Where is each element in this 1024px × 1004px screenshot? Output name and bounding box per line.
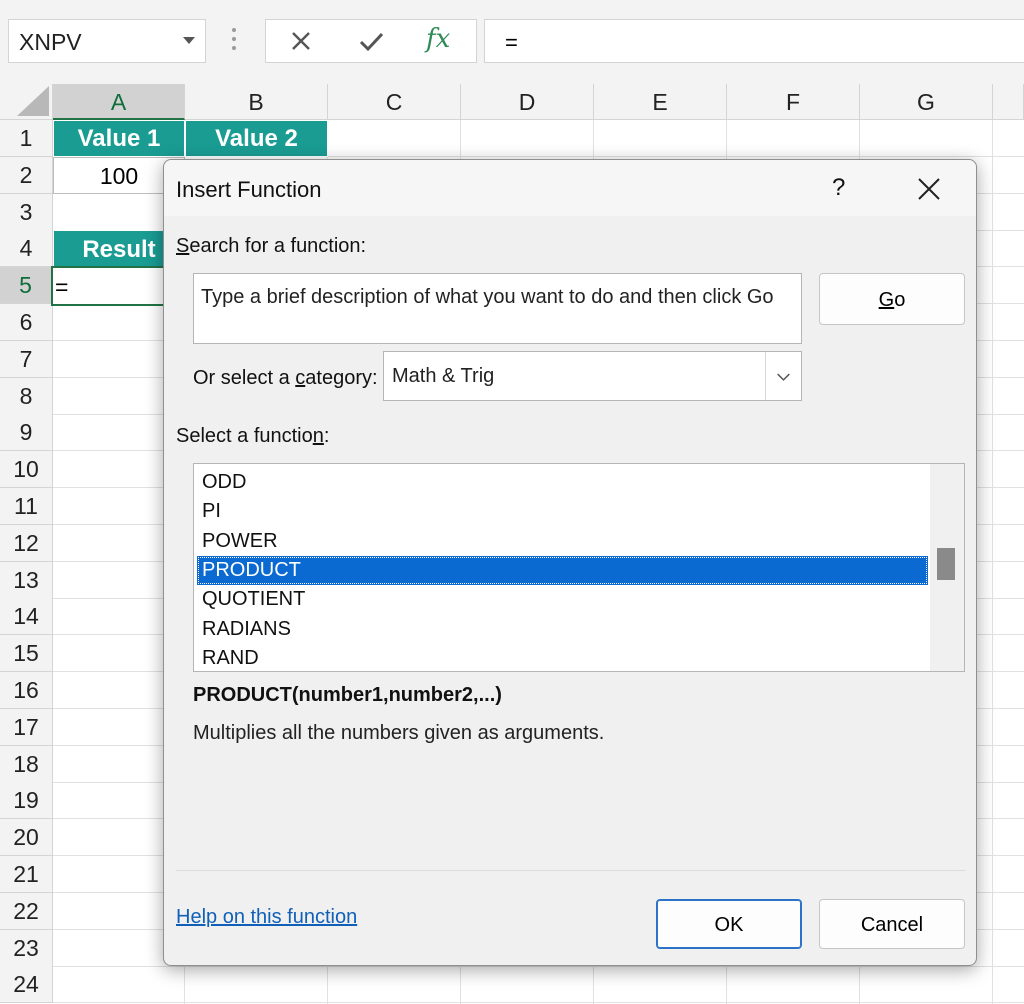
row-header-18[interactable]: 18 <box>0 745 53 783</box>
help-button[interactable]: ? <box>832 174 845 202</box>
row-header-2[interactable]: 2 <box>0 156 53 194</box>
row-header-3[interactable]: 3 <box>0 193 53 231</box>
category-value: Math & Trig <box>392 365 495 387</box>
go-button[interactable]: Go <box>819 273 965 325</box>
name-box[interactable]: XNPV <box>8 19 206 63</box>
row-header-4[interactable]: 4 <box>0 230 53 268</box>
function-list[interactable]: ODD PI POWER PRODUCT QUOTIENT RADIANS RAND <box>193 463 965 672</box>
column-header-c[interactable]: C <box>328 84 461 120</box>
name-box-value: XNPV <box>19 29 82 55</box>
formula-input[interactable]: = <box>484 19 1024 63</box>
dialog-title: Insert Function <box>176 177 322 202</box>
chevron-down-icon[interactable] <box>765 352 801 400</box>
scrollbar-thumb[interactable] <box>937 548 955 580</box>
cell-a1[interactable]: Value 1 <box>53 120 185 157</box>
divider <box>176 870 966 871</box>
row-header-9[interactable]: 9 <box>0 414 53 452</box>
function-item[interactable]: ODD <box>197 468 928 497</box>
row-header-21[interactable]: 21 <box>0 856 53 893</box>
row-header-6[interactable]: 6 <box>0 304 53 341</box>
column-gridline <box>992 120 993 1004</box>
column-header-e[interactable]: E <box>594 84 727 120</box>
select-all-corner[interactable] <box>0 84 53 120</box>
category-select[interactable]: Math & Trig <box>383 351 802 401</box>
category-label: Or select a category: <box>193 367 378 389</box>
row-gridline <box>53 1002 1024 1004</box>
row-header-11[interactable]: 11 <box>0 488 53 525</box>
row-header-24[interactable]: 24 <box>0 966 53 1004</box>
fx-icon[interactable]: fx <box>426 24 456 54</box>
dialog-title-bar[interactable]: Insert Function ? <box>164 160 976 216</box>
insert-function-dialog: Insert Function ? Search for a function:… <box>163 159 977 966</box>
column-header-g[interactable]: G <box>860 84 993 120</box>
function-item[interactable]: RAND <box>197 644 928 671</box>
cancel-button[interactable]: Cancel <box>819 899 965 949</box>
column-header-a[interactable]: A <box>53 84 185 120</box>
row-header-7[interactable]: 7 <box>0 340 53 378</box>
function-item-selected[interactable]: PRODUCT <box>197 555 928 585</box>
column-header-f[interactable]: F <box>727 84 860 120</box>
row-header-12[interactable]: 12 <box>0 524 53 562</box>
select-function-label: Select a function: <box>176 425 330 447</box>
close-icon[interactable] <box>916 176 942 202</box>
row-header-10[interactable]: 10 <box>0 451 53 489</box>
row-header-17[interactable]: 17 <box>0 708 53 746</box>
row-header-5[interactable]: 5 <box>0 267 53 305</box>
row-header-15[interactable]: 15 <box>0 635 53 673</box>
function-syntax: PRODUCT(number1,number2,...) <box>193 684 502 706</box>
formula-bar: XNPV fx = <box>0 0 1024 84</box>
row-header-13[interactable]: 13 <box>0 561 53 599</box>
column-header-b[interactable]: B <box>185 84 328 120</box>
formula-text: = <box>505 30 518 55</box>
function-description: Multiplies all the numbers given as argu… <box>193 722 605 744</box>
help-link[interactable]: Help on this function <box>176 906 357 929</box>
cell-a5-value: = <box>55 274 69 300</box>
x-icon[interactable] <box>286 26 316 56</box>
row-header-16[interactable]: 16 <box>0 672 53 709</box>
function-item[interactable]: RADIANS <box>197 615 928 644</box>
column-header-d[interactable]: D <box>461 84 594 120</box>
row-header-8[interactable]: 8 <box>0 377 53 415</box>
cell-b1[interactable]: Value 2 <box>185 120 328 157</box>
function-item[interactable]: PI <box>197 497 928 526</box>
row-header-22[interactable]: 22 <box>0 892 53 930</box>
search-label: Search for a function: <box>176 235 367 257</box>
function-item[interactable]: QUOTIENT <box>197 585 928 614</box>
checkmark-icon[interactable] <box>356 26 386 56</box>
chevron-down-icon[interactable] <box>183 37 195 44</box>
ok-button[interactable]: OK <box>656 899 802 949</box>
function-item[interactable]: POWER <box>197 527 928 556</box>
formula-buttons: fx <box>265 19 477 63</box>
row-header-23[interactable]: 23 <box>0 929 53 967</box>
row-header-20[interactable]: 20 <box>0 819 53 857</box>
row-header-1[interactable]: 1 <box>0 120 53 157</box>
search-input-text: Type a brief description of what you wan… <box>201 286 774 308</box>
search-input[interactable]: Type a brief description of what you wan… <box>193 273 802 344</box>
drag-handle-icon[interactable] <box>230 28 238 54</box>
row-header-14[interactable]: 14 <box>0 598 53 636</box>
list-scrollbar[interactable] <box>930 464 964 671</box>
row-header-19[interactable]: 19 <box>0 782 53 820</box>
column-header-overflow <box>993 84 1024 120</box>
